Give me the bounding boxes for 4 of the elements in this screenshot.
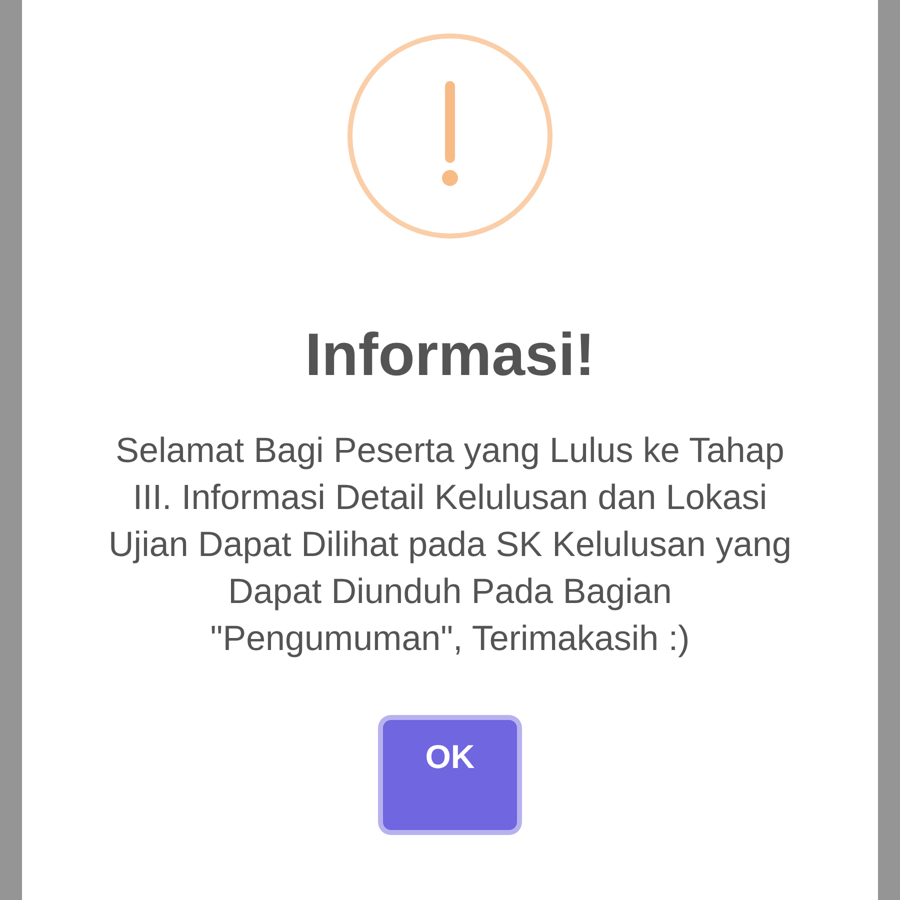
dialog-message: Selamat Bagi Peserta yang Lulus ke Tahap III. Informasi Detail Kelulusan dan Lokasi Ujian Dapat Dilihat pada SK Kelulusan yang Dapat Diunduh Pada Bagian "Pengumuman", Terimakasih :) xyxy=(108,430,792,660)
dialog-title: Informasi! xyxy=(304,320,596,390)
warning-icon xyxy=(347,33,553,239)
ok-button[interactable]: OK xyxy=(383,720,517,830)
